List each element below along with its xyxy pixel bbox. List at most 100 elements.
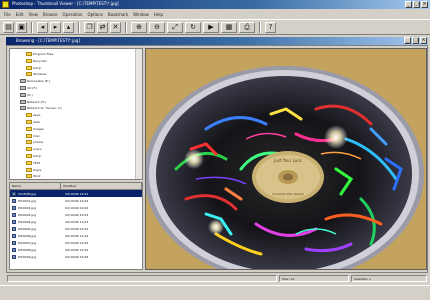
file-name: PIC0007.jpg — [17, 240, 36, 245]
tree-item[interactable]: CD (F:) — [20, 85, 37, 91]
file-row[interactable]: PIC0004.jpg 02/10/99 10:23 — [10, 218, 142, 225]
image-viewer[interactable]: Just Your Luck Compact Disc Digital — [145, 48, 427, 270]
tree-item[interactable]: Images — [26, 126, 44, 132]
menu-view[interactable]: View — [28, 12, 38, 17]
tree-item[interactable]: Network (H:) — [20, 99, 46, 105]
toolbar-separator — [259, 21, 261, 33]
tree-item[interactable]: Users — [26, 167, 41, 173]
tree-item-label: temp — [33, 65, 41, 70]
folder-tree[interactable]: Program Files Recycled temp Windows Removabl… — [9, 48, 143, 180]
drive-icon — [20, 79, 26, 84]
tree-item[interactable]: temp — [26, 153, 41, 159]
fit-icon[interactable]: ⤢ — [167, 21, 183, 33]
tree-item[interactable]: misc — [26, 133, 40, 139]
file-row[interactable]: PIC0008.jpg 02/10/99 10:25 — [10, 246, 142, 253]
child-close-button[interactable]: × — [420, 37, 427, 44]
menu-edit[interactable]: Edit — [16, 12, 24, 17]
file-date: 02/10/99 10:24 — [65, 233, 89, 238]
tree-item[interactable]: Removable (E:) — [20, 78, 50, 84]
file-list[interactable]: Name Modified CD-ROM.jpg 02/10/99 10:21 PI… — [9, 182, 143, 270]
status-panel-files: Files: 10 — [279, 275, 349, 282]
menu-help[interactable]: Help — [154, 12, 163, 17]
menu-file[interactable]: File — [4, 12, 11, 17]
drive-icon — [20, 106, 26, 111]
file-name: PIC0004.jpg — [17, 219, 36, 224]
file-date: 02/10/99 10:23 — [65, 212, 89, 217]
file-rows: CD-ROM.jpg 02/10/99 10:21 PIC0001.jpg 02/10… — [10, 190, 142, 260]
file-row[interactable]: PIC0006.jpg 02/10/99 10:24 — [10, 232, 142, 239]
rotate-icon[interactable]: ↻ — [185, 21, 201, 33]
tree-item-label: CD (F:) — [27, 86, 38, 90]
tree-item-label: Work — [33, 174, 41, 179]
tree-item[interactable]: photos — [26, 139, 43, 145]
tree-item-label: Windows — [33, 72, 47, 77]
app-title: Photoshop - Thumbnail Viewer - [C:\TEMP\… — [12, 1, 119, 6]
tree-item-label: Removable (E:) — [27, 79, 50, 84]
zoom-out-icon[interactable]: ⊖ — [149, 21, 165, 33]
column-name[interactable]: Name — [10, 183, 62, 189]
tree-scrollbar[interactable] — [135, 49, 142, 179]
print-icon[interactable]: ⎙ — [239, 21, 255, 33]
child-minimize-button[interactable]: _ — [404, 37, 411, 44]
tree-item[interactable]: Recycled — [26, 58, 46, 64]
tree-item[interactable]: data — [26, 119, 40, 125]
tree-item-label: Images — [33, 126, 44, 131]
menu-window[interactable]: Window — [133, 12, 149, 17]
child-maximize-button[interactable]: □ — [412, 37, 419, 44]
file-row[interactable]: PIC0002.jpg 02/10/99 10:22 — [10, 204, 142, 211]
toolbar-separator — [31, 21, 33, 33]
help-icon[interactable]: ? — [265, 21, 276, 33]
maximize-button[interactable]: □ — [413, 1, 420, 8]
folder-icon — [26, 58, 32, 63]
menu-options[interactable]: Options — [87, 12, 102, 17]
close-button[interactable]: × — [421, 1, 428, 8]
file-name: CD-ROM.jpg — [17, 191, 37, 196]
delete-icon[interactable]: ✕ — [110, 21, 121, 33]
tree-item[interactable]: Work — [26, 173, 41, 179]
menu-browse[interactable]: Browse — [43, 12, 58, 17]
folder-icon — [26, 167, 32, 172]
tree-item[interactable]: Network on 'Server' (I:) — [20, 105, 62, 111]
app-window: Photoshop - Thumbnail Viewer - [C:\TEMP\… — [0, 0, 430, 300]
file-date: 02/10/99 10:21 — [65, 191, 89, 196]
file-row[interactable]: PIC0009.jpg 02/10/99 10:26 — [10, 253, 142, 260]
child-title-bar[interactable]: Browsing - [C:\TEMP\TEST\*.jpg] _ □ × — [6, 37, 428, 45]
file-date: 02/10/99 10:26 — [65, 254, 89, 259]
drive-icon — [20, 86, 26, 90]
tree-item-label: scans — [33, 147, 42, 152]
back-icon[interactable]: ◂ — [37, 21, 48, 33]
tree-item-label: misc — [33, 133, 40, 138]
tree-item[interactable]: Apps — [26, 112, 40, 118]
tree-item[interactable]: TEST — [26, 160, 40, 166]
zoom-in-icon[interactable]: ⊕ — [131, 21, 147, 33]
move-icon[interactable]: ⇄ — [97, 21, 108, 33]
file-row[interactable]: PIC0005.jpg 02/10/99 10:24 — [10, 225, 142, 232]
copy-icon[interactable]: ❐ — [84, 21, 95, 33]
column-modified[interactable]: Modified — [61, 183, 142, 189]
folder-icon — [26, 147, 32, 152]
slideshow-icon[interactable]: ▶ — [203, 21, 219, 33]
tree-item-label: data — [33, 120, 40, 124]
app-title-bar[interactable]: Photoshop - Thumbnail Viewer - [C:\TEMP\… — [0, 0, 430, 9]
open-icon[interactable]: ▤ — [3, 21, 14, 33]
thumbnail-icon[interactable]: ▦ — [221, 21, 237, 33]
minimize-button[interactable]: _ — [405, 1, 412, 8]
forward-icon[interactable]: ▸ — [50, 21, 61, 33]
menu-operation[interactable]: Operation — [63, 12, 83, 17]
drive-icon — [20, 92, 26, 97]
file-date: 02/10/99 10:25 — [65, 240, 89, 245]
tree-item[interactable]: scans — [26, 146, 42, 152]
file-row[interactable]: PIC0003.jpg 02/10/99 10:23 — [10, 211, 142, 218]
file-row[interactable]: PIC0001.jpg 02/10/99 10:22 — [10, 197, 142, 204]
save-icon[interactable]: ▣ — [16, 21, 27, 33]
menu-bar: File Edit View Browse Operation Options … — [0, 10, 430, 18]
tree-item[interactable]: Windows — [26, 71, 46, 77]
tree-item[interactable]: Program Files — [26, 51, 53, 57]
up-folder-icon[interactable]: ▴ — [63, 21, 74, 33]
cd-photo: Just Your Luck Compact Disc Digital — [146, 49, 426, 269]
tree-item[interactable]: temp — [26, 65, 41, 71]
file-row[interactable]: PIC0007.jpg 02/10/99 10:25 — [10, 239, 142, 246]
file-row[interactable]: CD-ROM.jpg 02/10/99 10:21 — [10, 190, 142, 197]
menu-bookmark[interactable]: Bookmark — [108, 12, 128, 17]
tree-item[interactable]: (G:) — [20, 92, 33, 98]
